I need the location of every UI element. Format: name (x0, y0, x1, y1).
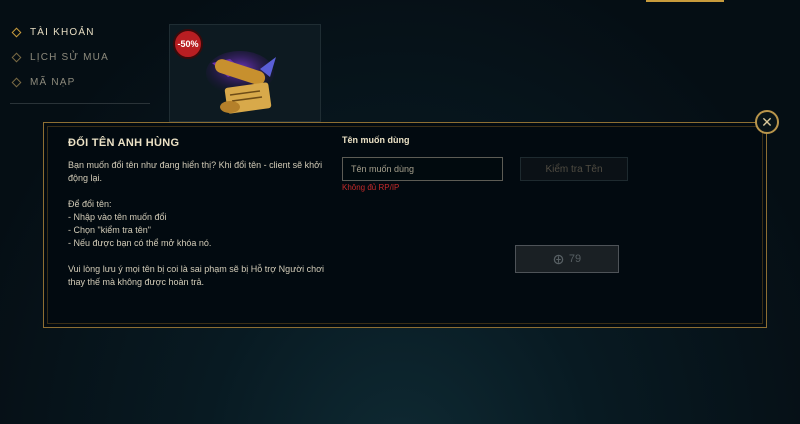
sidebar-divider (10, 103, 150, 104)
sidebar-item-account[interactable]: TÀI KHOẢN (10, 20, 154, 45)
scroll-icon (206, 51, 276, 114)
close-icon: ✕ (761, 113, 773, 130)
sidebar-item-label: TÀI KHOẢN (30, 27, 95, 38)
diamond-icon (11, 52, 22, 63)
diamond-icon (11, 27, 22, 38)
discount-badge: -50% (173, 29, 203, 59)
error-message: Không đủ RP/IP (342, 183, 400, 192)
top-tab-accent (646, 0, 724, 2)
step-item: - Nhập vào tên muốn đổi (68, 212, 167, 222)
sidebar-item-purchase-history[interactable]: LỊCH SỬ MUA (10, 45, 154, 70)
sidebar-item-label: LỊCH SỬ MUA (30, 52, 109, 63)
diamond-icon (11, 77, 22, 88)
check-name-button[interactable]: Kiểm tra Tên (520, 157, 628, 181)
name-input[interactable] (342, 157, 503, 181)
sidebar-item-code[interactable]: MÃ NẠP (10, 70, 154, 95)
product-card[interactable]: -50% (169, 24, 321, 122)
description-note: Vui lòng lưu ý mọi tên bị coi là sai phạ… (68, 264, 325, 287)
close-modal-button[interactable]: ✕ (755, 110, 779, 134)
purchase-button[interactable]: 79 (515, 245, 619, 273)
modal-title: ĐỔI TÊN ANH HÙNG (68, 137, 180, 149)
price-value: 79 (568, 253, 582, 265)
name-field-label: Tên muốn dùng (342, 135, 410, 145)
sidebar-item-label: MÃ NẠP (30, 77, 76, 88)
rename-modal: ĐỔI TÊN ANH HÙNG Bạn muốn đổi tên như đa… (43, 122, 767, 328)
rp-icon (553, 254, 564, 264)
sidebar: TÀI KHOẢN LỊCH SỬ MUA MÃ NẠP (10, 20, 154, 104)
steps-title: Để đổi tên: (68, 199, 112, 209)
description-intro: Bạn muốn đổi tên như đang hiển thị? Khi … (68, 160, 323, 183)
step-item: - Chọn "kiểm tra tên" (68, 225, 151, 235)
modal-description: Bạn muốn đổi tên như đang hiển thị? Khi … (68, 159, 333, 289)
step-item: - Nếu được bạn có thể mở khóa nó. (68, 238, 212, 248)
